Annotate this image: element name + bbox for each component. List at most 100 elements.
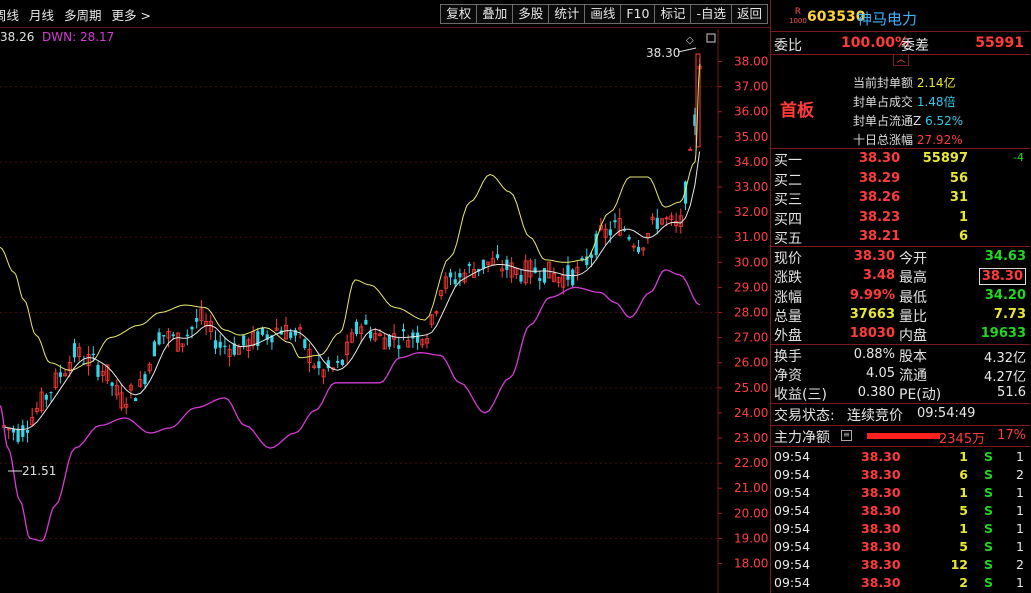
- price-tick-label: 29.00: [734, 280, 768, 294]
- quote-row: 涨幅 9.99% 最低 34.20: [771, 287, 1030, 306]
- tab-weekly[interactable]: 周线: [0, 5, 19, 24]
- price-tick-label: 38.00: [734, 55, 768, 69]
- quote-panel: R 1000 603530 神马电力 委比 100.00% 委差 55991 ︿…: [770, 0, 1031, 593]
- restore-rights-button[interactable]: 复权: [440, 4, 478, 24]
- collapse-arrow-icon[interactable]: ︿: [893, 54, 909, 66]
- candle-body: [218, 341, 222, 348]
- tick-row: 09:54 38.30 5 S 1: [771, 539, 1030, 557]
- quote-value: 37663: [849, 306, 895, 322]
- bid-label: 买五: [774, 231, 802, 247]
- tick-time: 09:54: [774, 575, 811, 590]
- price-tick-label: 26.00: [734, 356, 768, 370]
- f10-button[interactable]: F10: [620, 4, 656, 24]
- tick-side: S: [984, 485, 994, 500]
- candle-body: [162, 335, 166, 337]
- candle-body: [401, 329, 406, 332]
- weidiff-value: 55991: [975, 35, 1024, 51]
- price-tick-label: 28.00: [734, 306, 768, 320]
- main-flow-row: 主力净额 ≡ 2345万 17%: [771, 427, 1030, 447]
- badge-top-text: R: [794, 7, 802, 17]
- bid-row[interactable]: 买二 38.29 56: [771, 170, 1030, 189]
- candle-body: [387, 334, 391, 347]
- stats-value: 4.05: [866, 366, 895, 381]
- remove-watchlist-button[interactable]: -自选: [690, 4, 732, 24]
- candle-body: [143, 374, 147, 385]
- candle-body: [538, 278, 542, 281]
- price-tick-label: 20.00: [734, 506, 768, 520]
- quote-row: 涨跌 3.48 最高 38.30: [771, 267, 1030, 286]
- list-icon[interactable]: ≡: [841, 430, 852, 441]
- bid-volume: 31: [949, 190, 968, 205]
- bid-price: 38.29: [859, 170, 901, 186]
- bid-row[interactable]: 买四 38.23 1: [771, 209, 1030, 228]
- price-tick-label: 34.00: [734, 155, 768, 169]
- stats-label-2: PE(动): [899, 387, 942, 403]
- multi-stock-button[interactable]: 多股: [512, 4, 550, 24]
- tick-count: 1: [1016, 503, 1024, 518]
- tick-count: 1: [1016, 539, 1024, 554]
- tick-row: 09:54 38.30 1 S 1: [771, 521, 1030, 539]
- diamond-icon: ◇: [686, 35, 694, 46]
- first-board-tag: 首板: [780, 101, 814, 121]
- stats-row: 收益(三) 0.380 PE(动) 51.6: [771, 384, 1030, 403]
- price-tick-label: 31.00: [734, 230, 768, 244]
- draw-line-button[interactable]: 画线: [584, 4, 622, 24]
- candle-body: [25, 429, 30, 433]
- candle-body: [453, 279, 457, 285]
- tick-volume: 1: [959, 521, 968, 536]
- bid-row[interactable]: 买一 38.30 55897 -4: [771, 150, 1030, 169]
- quote-label-2: 今开: [899, 251, 927, 267]
- statistics-button[interactable]: 统计: [548, 4, 586, 24]
- bid-volume: 6: [958, 229, 968, 244]
- candle-body: [542, 268, 547, 283]
- price-tick-label: 35.00: [734, 130, 768, 144]
- tick-volume: 2: [959, 575, 968, 590]
- tick-side: S: [984, 539, 994, 554]
- tab-more[interactable]: 更多 >: [112, 5, 151, 24]
- bid-label: 买三: [774, 192, 802, 208]
- candle-body: [303, 339, 307, 349]
- candle-body: [608, 229, 612, 236]
- candle-body: [613, 220, 617, 223]
- mark-button[interactable]: 标记: [654, 4, 692, 24]
- weidiff-label: 委差: [901, 38, 929, 54]
- tick-side: S: [984, 449, 994, 464]
- tick-count: 2: [1016, 557, 1024, 572]
- bid-row[interactable]: 买三 38.26 31: [771, 189, 1030, 208]
- tick-row: 09:54 38.30 1 S 1: [771, 485, 1030, 503]
- quote-row: 外盘 18030 内盘 19633: [771, 325, 1030, 344]
- tab-monthly[interactable]: 月线: [29, 5, 54, 24]
- quote-value-2: 19633: [980, 326, 1026, 342]
- quote-value: 38.30: [853, 249, 895, 264]
- bid-label: 买二: [774, 172, 802, 189]
- tick-count: 1: [1016, 521, 1024, 536]
- back-button[interactable]: 返回: [730, 4, 768, 24]
- chart-toolbar: 周线 月线 多周期 更多 > 复权 叠加 多股 统计 画线 F10 标记 -自选…: [0, 0, 770, 28]
- candle-body: [411, 332, 415, 339]
- stock-name[interactable]: 神马电力: [857, 8, 917, 29]
- candle-body: [364, 319, 368, 325]
- candle-body: [533, 267, 537, 273]
- bid-row[interactable]: 买五 38.21 6: [771, 228, 1030, 247]
- stats-value-2: 4.27亿: [984, 370, 1026, 385]
- price-tick-label: 22.00: [734, 456, 768, 470]
- tick-time: 09:54: [774, 521, 811, 536]
- tick-row: 09:54 38.30 2 S 1: [771, 575, 1030, 593]
- kline-chart[interactable]: 38.00 37.00 36.00 35.00 34.00 33.00 32.00 31.00…: [0, 29, 770, 593]
- price-tick-label: 24.00: [734, 406, 768, 420]
- chart-expand-icon: [706, 33, 716, 43]
- toolbar-buttons: 复权 叠加 多股 统计 画线 F10 标记 -自选 返回: [440, 4, 768, 24]
- tab-multi-period[interactable]: 多周期: [64, 5, 102, 24]
- candle-body: [467, 263, 471, 266]
- quote-value: 9.99%: [849, 287, 895, 303]
- candle-body: [655, 217, 659, 229]
- quote-value-2: 34.20: [984, 287, 1026, 303]
- seal-line-1-label: 封单占成交: [853, 95, 914, 109]
- candle-body: [157, 332, 161, 345]
- bid-volume: 56: [949, 170, 968, 186]
- stats-label-2: 流通: [899, 368, 927, 384]
- overlay-button[interactable]: 叠加: [476, 4, 514, 24]
- main-flow-value: 2345万: [939, 432, 986, 447]
- seal-line-1-value: 1.48倍: [916, 95, 956, 109]
- tick-price: 38.30: [861, 557, 901, 572]
